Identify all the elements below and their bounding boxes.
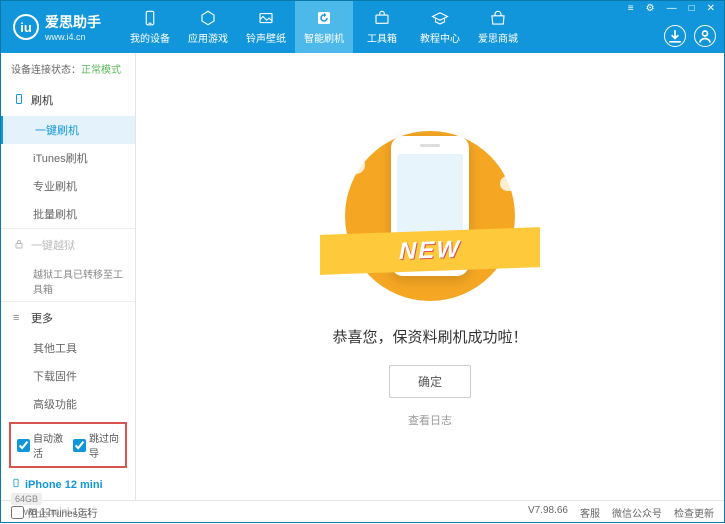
apps-icon: [199, 9, 217, 27]
nav-ringtone[interactable]: 铃声壁纸: [237, 1, 295, 53]
nav-my-device[interactable]: 我的设备: [121, 1, 179, 53]
minimize-icon[interactable]: —: [664, 3, 680, 14]
main-nav: 我的设备 应用游戏 铃声壁纸 智能刷机 工具箱 教程中心 爱思商城: [121, 1, 527, 53]
wechat-link[interactable]: 微信公众号: [612, 505, 662, 520]
section-flash: 刷机 一键刷机 iTunes刷机 专业刷机 批量刷机: [1, 84, 135, 229]
nav-tutorial[interactable]: 教程中心: [411, 1, 469, 53]
connection-status: 设备连接状态：正常模式: [1, 53, 135, 84]
footer-right: V7.98.66 客服 微信公众号 检查更新: [528, 505, 714, 520]
section-more-header[interactable]: ≡ 更多: [1, 302, 135, 334]
success-illustration: NEW: [330, 126, 530, 306]
view-log-link[interactable]: 查看日志: [408, 412, 452, 428]
sidebar-item-itunes[interactable]: iTunes刷机: [1, 144, 135, 172]
nav-toolbox[interactable]: 工具箱: [353, 1, 411, 53]
version-label: V7.98.66: [528, 505, 568, 520]
sidebar-item-pro[interactable]: 专业刷机: [1, 172, 135, 200]
section-more: ≡ 更多 其他工具 下载固件 高级功能: [1, 302, 135, 418]
content-area: NEW 恭喜您，保资料刷机成功啦！ 确定 查看日志: [136, 53, 724, 500]
sidebar-item-other[interactable]: 其他工具: [1, 334, 135, 362]
new-ribbon: NEW: [320, 227, 540, 275]
store-icon: [489, 9, 507, 27]
app-url: www.i4.cn: [45, 32, 101, 42]
nav-flash[interactable]: 智能刷机: [295, 1, 353, 53]
sidebar: 设备连接状态：正常模式 刷机 一键刷机 iTunes刷机 专业刷机 批量刷机 一…: [1, 53, 136, 500]
logo-icon: iu: [13, 14, 39, 40]
phone-icon: [141, 9, 159, 27]
section-flash-header[interactable]: 刷机: [1, 84, 135, 116]
nav-store[interactable]: 爱思商城: [469, 1, 527, 53]
sidebar-item-batch[interactable]: 批量刷机: [1, 200, 135, 228]
status-value: 正常模式: [81, 65, 121, 76]
window-controls: ≡ ⚙ — □ ✕: [625, 3, 718, 14]
user-icon[interactable]: [694, 25, 716, 47]
sidebar-item-oneclick[interactable]: 一键刷机: [1, 116, 135, 144]
maximize-icon[interactable]: □: [686, 3, 698, 14]
graduation-icon: [431, 9, 449, 27]
success-message: 恭喜您，保资料刷机成功啦！: [332, 326, 527, 347]
lock-icon: [13, 238, 25, 253]
nav-apps[interactable]: 应用游戏: [179, 1, 237, 53]
settings-icon[interactable]: ⚙: [643, 3, 658, 14]
confirm-button[interactable]: 确定: [389, 365, 471, 398]
wallpaper-icon: [257, 9, 275, 27]
close-icon[interactable]: ✕: [704, 3, 718, 14]
logo: iu 爱思助手 www.i4.cn: [1, 12, 113, 42]
refresh-icon: [315, 9, 333, 27]
header-right: [664, 25, 716, 47]
update-link[interactable]: 检查更新: [674, 505, 714, 520]
block-itunes-checkbox[interactable]: 阻止iTunes运行: [11, 505, 98, 520]
checkbox-auto-activate[interactable]: 自动激活: [17, 430, 63, 460]
main-area: 设备连接状态：正常模式 刷机 一键刷机 iTunes刷机 专业刷机 批量刷机 一…: [1, 53, 724, 500]
header: iu 爱思助手 www.i4.cn 我的设备 应用游戏 铃声壁纸 智能刷机 工具…: [1, 1, 724, 53]
phone-icon: [13, 93, 25, 108]
menu-icon[interactable]: ≡: [625, 3, 637, 14]
phone-icon: [11, 478, 21, 491]
section-jailbreak-header[interactable]: 一键越狱: [1, 229, 135, 261]
sidebar-item-advanced[interactable]: 高级功能: [1, 390, 135, 418]
checkbox-group: 自动激活 跳过向导: [9, 422, 127, 468]
jailbreak-note: 越狱工具已转移至工具箱: [1, 261, 135, 301]
section-jailbreak: 一键越狱 越狱工具已转移至工具箱: [1, 229, 135, 302]
menu-icon: ≡: [13, 312, 25, 324]
device-name[interactable]: iPhone 12 mini: [11, 478, 125, 491]
checkbox-skip-wizard[interactable]: 跳过向导: [73, 430, 119, 460]
device-storage: 64GB: [11, 493, 42, 505]
toolbox-icon: [373, 9, 391, 27]
download-icon[interactable]: [664, 25, 686, 47]
app-name: 爱思助手: [45, 12, 101, 32]
sidebar-item-download[interactable]: 下载固件: [1, 362, 135, 390]
service-link[interactable]: 客服: [580, 505, 600, 520]
